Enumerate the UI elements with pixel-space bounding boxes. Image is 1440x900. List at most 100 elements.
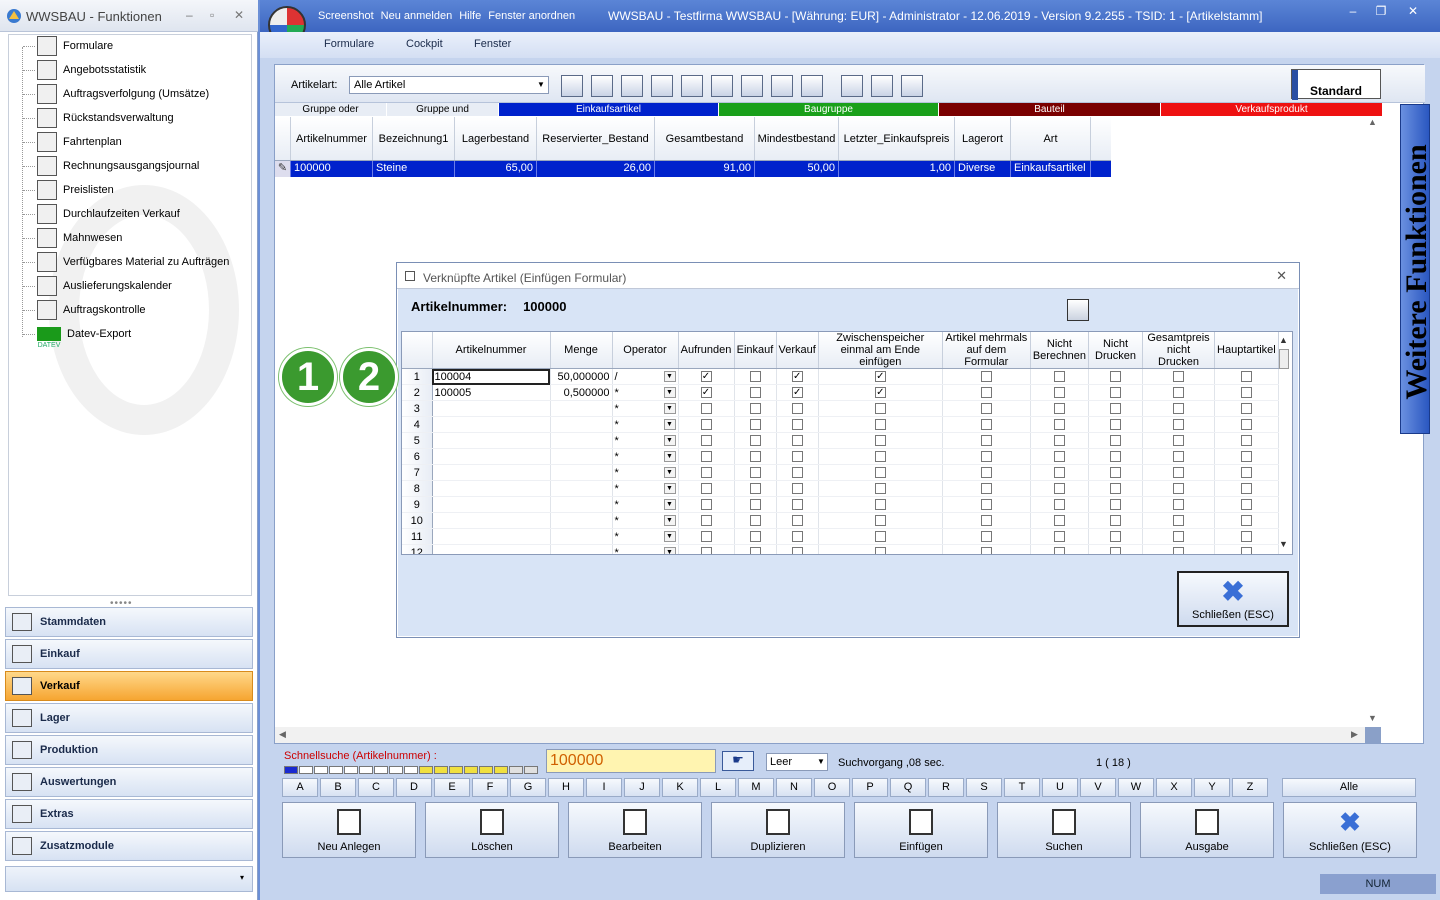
nav-produktion[interactable]: Produktion — [5, 735, 253, 765]
action-button-2[interactable]: Bearbeiten — [568, 802, 702, 858]
checkbox-unchecked[interactable] — [749, 387, 761, 399]
column-header[interactable]: Artikelnummer — [291, 117, 373, 160]
dialog-column-header[interactable]: Operator — [612, 332, 679, 369]
operator-cell[interactable]: * ▼ — [612, 512, 679, 529]
checkbox-unchecked[interactable] — [1110, 499, 1122, 511]
tree-item[interactable]: Verfügbares Material zu Aufträgen — [23, 251, 229, 273]
dialog-column-header[interactable]: Artikelnummer — [432, 332, 551, 369]
restore-icon[interactable]: ❐ — [1368, 4, 1394, 18]
menu-item-2[interactable]: Hilfe — [459, 10, 481, 22]
operator-cell[interactable]: * ▼ — [612, 416, 679, 433]
chevron-down-icon[interactable]: ▼ — [534, 77, 548, 93]
checkbox-unchecked[interactable] — [1240, 387, 1252, 399]
checkbox-checked[interactable]: ✓ — [791, 371, 803, 383]
checkbox-unchecked[interactable] — [1240, 435, 1252, 447]
checkbox-unchecked[interactable] — [700, 515, 712, 527]
tree-item[interactable]: Rechnungsausgangsjournal — [23, 155, 199, 177]
tree-item[interactable]: Fahrtenplan — [23, 131, 122, 153]
action-button-1[interactable]: Löschen — [425, 802, 559, 858]
checkbox-unchecked[interactable] — [791, 403, 803, 415]
letter-button-c[interactable]: C — [358, 778, 394, 797]
table-row[interactable]: 11 * ▼ — [402, 528, 1279, 545]
chevron-down-icon[interactable]: ▼ — [663, 403, 676, 414]
standard-button[interactable]: Standard — [1291, 69, 1381, 100]
checkbox-unchecked[interactable] — [1053, 451, 1065, 463]
menge-cell[interactable]: 0,500000 — [550, 384, 613, 401]
checkbox-unchecked[interactable] — [874, 467, 886, 479]
checkbox-unchecked[interactable] — [749, 371, 761, 383]
operator-cell[interactable]: * ▼ — [612, 384, 679, 401]
checkbox-unchecked[interactable] — [1053, 403, 1065, 415]
close-icon[interactable]: ✕ — [1400, 4, 1426, 18]
checkbox-unchecked[interactable] — [700, 467, 712, 479]
checkbox-unchecked[interactable] — [874, 403, 886, 415]
table-row[interactable]: 6 * ▼ — [402, 448, 1279, 465]
column-header[interactable]: Lagerbestand — [455, 117, 537, 160]
nav-einkauf[interactable]: Einkauf — [5, 639, 253, 669]
hourglass-icon[interactable] — [681, 75, 703, 97]
table-row[interactable]: ✎ 100000 Steine 65,00 26,00 91,00 50,00 1,00 Div… — [275, 161, 1111, 177]
checkbox-unchecked[interactable] — [980, 515, 992, 527]
legend-item[interactable]: Gruppe und — [387, 103, 499, 116]
letter-button-s[interactable]: S — [966, 778, 1002, 797]
checkbox-unchecked[interactable] — [980, 531, 992, 543]
operator-cell[interactable]: * ▼ — [612, 544, 679, 554]
checkbox-unchecked[interactable] — [791, 547, 803, 554]
artikelnummer-cell[interactable] — [432, 432, 551, 449]
menge-cell[interactable] — [550, 400, 613, 417]
ribbon-tab-cockpit[interactable]: Cockpit — [406, 38, 443, 50]
checkbox-unchecked[interactable] — [1173, 515, 1185, 527]
checkbox-unchecked[interactable] — [1173, 435, 1185, 447]
letter-button-j[interactable]: J — [624, 778, 660, 797]
action-button-6[interactable]: Ausgabe — [1140, 802, 1274, 858]
panel-icon[interactable] — [771, 75, 793, 97]
action-button-5[interactable]: Suchen — [997, 802, 1131, 858]
chevron-down-icon[interactable]: ▼ — [663, 435, 676, 446]
checkbox-unchecked[interactable] — [1240, 531, 1252, 543]
action-button-7[interactable]: ✖ Schließen (ESC) — [1283, 802, 1417, 858]
checkbox-checked[interactable]: ✓ — [700, 371, 712, 383]
legend-item[interactable]: Baugruppe — [719, 103, 939, 116]
scroll-thumb[interactable] — [1279, 349, 1289, 369]
checkbox-unchecked[interactable] — [980, 547, 992, 554]
dialog-vertical-scrollbar[interactable]: ▲ ▼ — [1277, 333, 1291, 553]
ribbon-tab-formulare[interactable]: Formulare — [324, 38, 374, 50]
settings-window-icon[interactable] — [901, 75, 923, 97]
checkbox-unchecked[interactable] — [1173, 403, 1185, 415]
chevron-down-icon[interactable]: ▼ — [663, 387, 676, 398]
tree-item[interactable]: DATEV Datev-Export — [23, 323, 131, 349]
chevron-down-icon[interactable]: ▼ — [663, 467, 676, 478]
chevron-down-icon[interactable]: ▼ — [815, 754, 827, 770]
legend-item[interactable]: Einkaufsartikel — [499, 103, 719, 116]
leer-select[interactable]: Leer ▼ — [766, 753, 828, 771]
dialog-column-header[interactable]: Nicht Berechnen — [1030, 332, 1090, 369]
chevron-down-icon[interactable]: ▼ — [663, 499, 676, 510]
table-row[interactable]: 7 * ▼ — [402, 464, 1279, 481]
checkbox-unchecked[interactable] — [980, 371, 992, 383]
artikelnummer-cell[interactable]: 100005 — [432, 384, 551, 401]
legend-item[interactable]: Verkaufsprodukt — [1161, 103, 1383, 116]
horizontal-scrollbar[interactable]: ◀ ▶ — [275, 727, 1381, 743]
close-icon[interactable]: ✕ — [1276, 268, 1287, 284]
scroll-up-icon[interactable]: ▲ — [1279, 335, 1288, 345]
checkbox-unchecked[interactable] — [1240, 515, 1252, 527]
tree-item[interactable]: Rückstandsverwaltung — [23, 107, 174, 129]
checkbox-unchecked[interactable] — [1110, 547, 1122, 554]
artikelnummer-cell[interactable] — [432, 480, 551, 497]
schnellsuche-input[interactable]: 100000 — [546, 749, 716, 773]
letter-button-r[interactable]: R — [928, 778, 964, 797]
nav-extras[interactable]: Extras — [5, 799, 253, 829]
menge-cell[interactable] — [550, 448, 613, 465]
checkbox-unchecked[interactable] — [1110, 515, 1122, 527]
letter-button-q[interactable]: Q — [890, 778, 926, 797]
column-header[interactable]: Reservierter_Bestand — [537, 117, 655, 160]
checkbox-unchecked[interactable] — [1053, 499, 1065, 511]
menu-item-0[interactable]: Screenshot — [318, 10, 374, 22]
checkbox-unchecked[interactable] — [874, 419, 886, 431]
letter-button-a[interactable]: A — [282, 778, 318, 797]
menge-cell[interactable] — [550, 512, 613, 529]
column-header[interactable]: Bezeichnung1 — [373, 117, 455, 160]
checkbox-unchecked[interactable] — [874, 451, 886, 463]
checkbox-unchecked[interactable] — [1240, 419, 1252, 431]
artikelnummer-cell[interactable] — [432, 528, 551, 545]
